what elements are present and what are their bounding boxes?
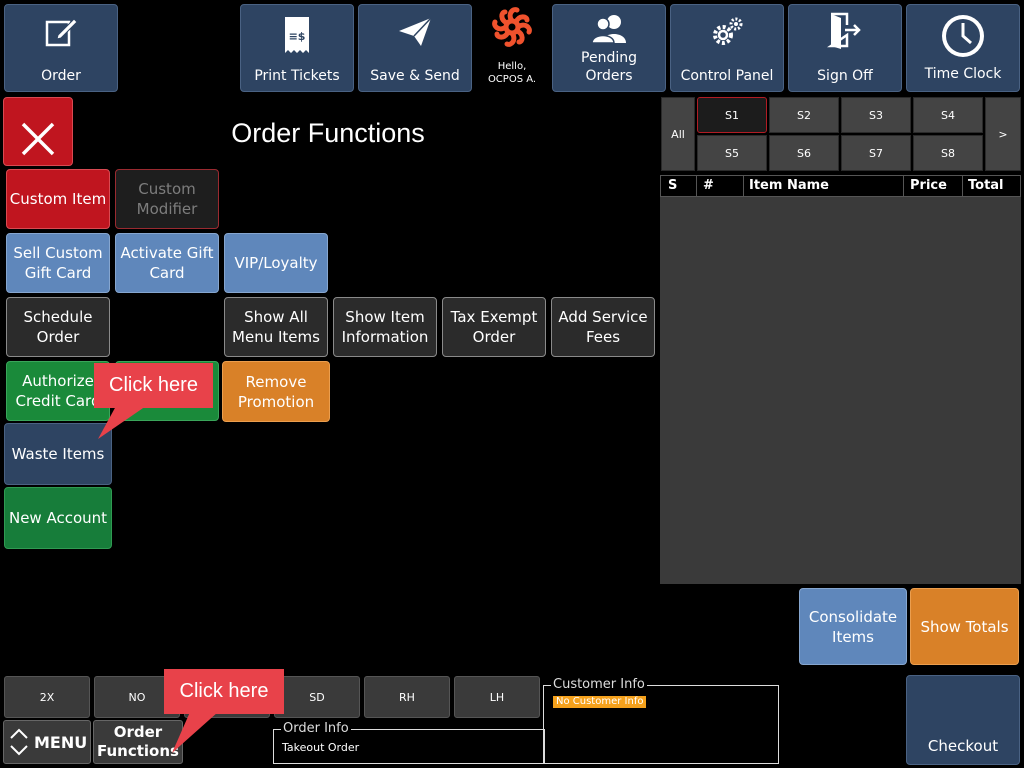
clock-icon (907, 13, 1019, 59)
custom-modifier-button[interactable]: Custom Modifier (115, 169, 219, 229)
order-button[interactable]: Order (4, 4, 118, 92)
menu-label: MENU (34, 733, 88, 752)
seat-next-button[interactable]: > (985, 97, 1021, 171)
seat-button-s7[interactable]: S7 (841, 135, 911, 171)
column-header-number: # (703, 178, 714, 193)
save-send-label: Save & Send (370, 68, 460, 84)
modifier-sd-button[interactable]: SD (274, 676, 360, 718)
time-clock-button[interactable]: Time Clock (906, 4, 1020, 92)
page-title: Order Functions (231, 118, 425, 148)
sell-custom-gift-card-button[interactable]: Sell Custom Gift Card (6, 233, 110, 293)
menu-button[interactable]: MENU (3, 720, 91, 764)
chevron-up-down-icon (9, 725, 29, 763)
show-all-menu-items-button[interactable]: Show All Menu Items (224, 297, 328, 357)
order-info-value: Takeout Order (282, 741, 360, 754)
column-header-seat: S (668, 178, 678, 193)
add-service-fees-button[interactable]: Add Service Fees (551, 297, 655, 357)
print-tickets-button[interactable]: ≡$ Print Tickets (240, 4, 354, 92)
schedule-order-button[interactable]: Schedule Order (6, 297, 110, 357)
user-greeting: Hello, OCPOS A. (476, 0, 548, 92)
control-panel-label: Control Panel (680, 68, 774, 84)
ocpos-logo (487, 2, 537, 56)
column-header-item-name: Item Name (749, 178, 829, 193)
receipt-icon: ≡$ (241, 15, 353, 55)
consolidate-items-button[interactable]: Consolidate Items (799, 588, 907, 665)
order-items-table[interactable]: S # Item Name Price Total (660, 175, 1021, 584)
pending-orders-label: Pending Orders (581, 50, 637, 84)
seat-button-s1[interactable]: S1 (697, 97, 767, 133)
sign-off-label: Sign Off (817, 68, 873, 84)
customer-info-badge: No Customer Info (553, 696, 647, 708)
remove-promotion-button[interactable]: Remove Promotion (222, 361, 330, 422)
column-divider (696, 176, 697, 196)
activate-gift-card-button[interactable]: Activate Gift Card (115, 233, 219, 293)
show-totals-button[interactable]: Show Totals (910, 588, 1019, 665)
modifier-2x-button[interactable]: 2X (4, 676, 90, 718)
order-label: Order (41, 68, 81, 84)
modifier-rh-button[interactable]: RH (364, 676, 450, 718)
vip-loyalty-button[interactable]: VIP/Loyalty (224, 233, 328, 293)
callout-pointer-top (94, 406, 154, 440)
pending-orders-button[interactable]: Pending Orders (552, 4, 666, 92)
column-divider (903, 176, 904, 196)
seat-button-s6[interactable]: S6 (769, 135, 839, 171)
order-info-legend: Order Info (281, 721, 351, 736)
new-account-button[interactable]: New Account (4, 487, 112, 549)
column-divider (962, 176, 963, 196)
click-here-callout-top: Click here (94, 363, 213, 408)
checkout-button[interactable]: Checkout (906, 675, 1020, 765)
tax-exempt-order-button[interactable]: Tax Exempt Order (442, 297, 546, 357)
exit-door-icon (789, 11, 901, 49)
paper-plane-icon (359, 15, 471, 49)
customer-info-legend: Customer Info (551, 677, 647, 692)
users-icon (553, 13, 665, 45)
column-header-price: Price (910, 178, 947, 193)
edit-icon (5, 15, 117, 49)
modifier-lh-button[interactable]: LH (454, 676, 540, 718)
print-tickets-label: Print Tickets (254, 68, 340, 84)
column-header-total: Total (968, 178, 1004, 193)
table-header: S # Item Name Price Total (660, 175, 1021, 197)
show-item-information-button[interactable]: Show Item Information (333, 297, 437, 357)
gears-icon (671, 15, 783, 49)
seat-button-s8[interactable]: S8 (913, 135, 983, 171)
click-here-callout-bottom: Click here (164, 669, 284, 714)
greeting-text: Hello, (497, 61, 527, 72)
sign-off-button[interactable]: Sign Off (788, 4, 902, 92)
close-button[interactable] (3, 97, 73, 166)
svg-text:≡$: ≡$ (289, 30, 306, 43)
save-send-button[interactable]: Save & Send (358, 4, 472, 92)
control-panel-button[interactable]: Control Panel (670, 4, 784, 92)
close-icon (20, 101, 56, 162)
user-name: OCPOS A. (487, 74, 537, 85)
time-clock-label: Time Clock (924, 66, 1002, 82)
callout-pointer-bottom (164, 712, 224, 754)
column-divider (743, 176, 744, 196)
seat-button-s3[interactable]: S3 (841, 97, 911, 133)
seat-all-button[interactable]: All (661, 97, 695, 171)
seat-button-s4[interactable]: S4 (913, 97, 983, 133)
seat-button-s5[interactable]: S5 (697, 135, 767, 171)
custom-item-button[interactable]: Custom Item (6, 169, 110, 229)
seat-button-s2[interactable]: S2 (769, 97, 839, 133)
